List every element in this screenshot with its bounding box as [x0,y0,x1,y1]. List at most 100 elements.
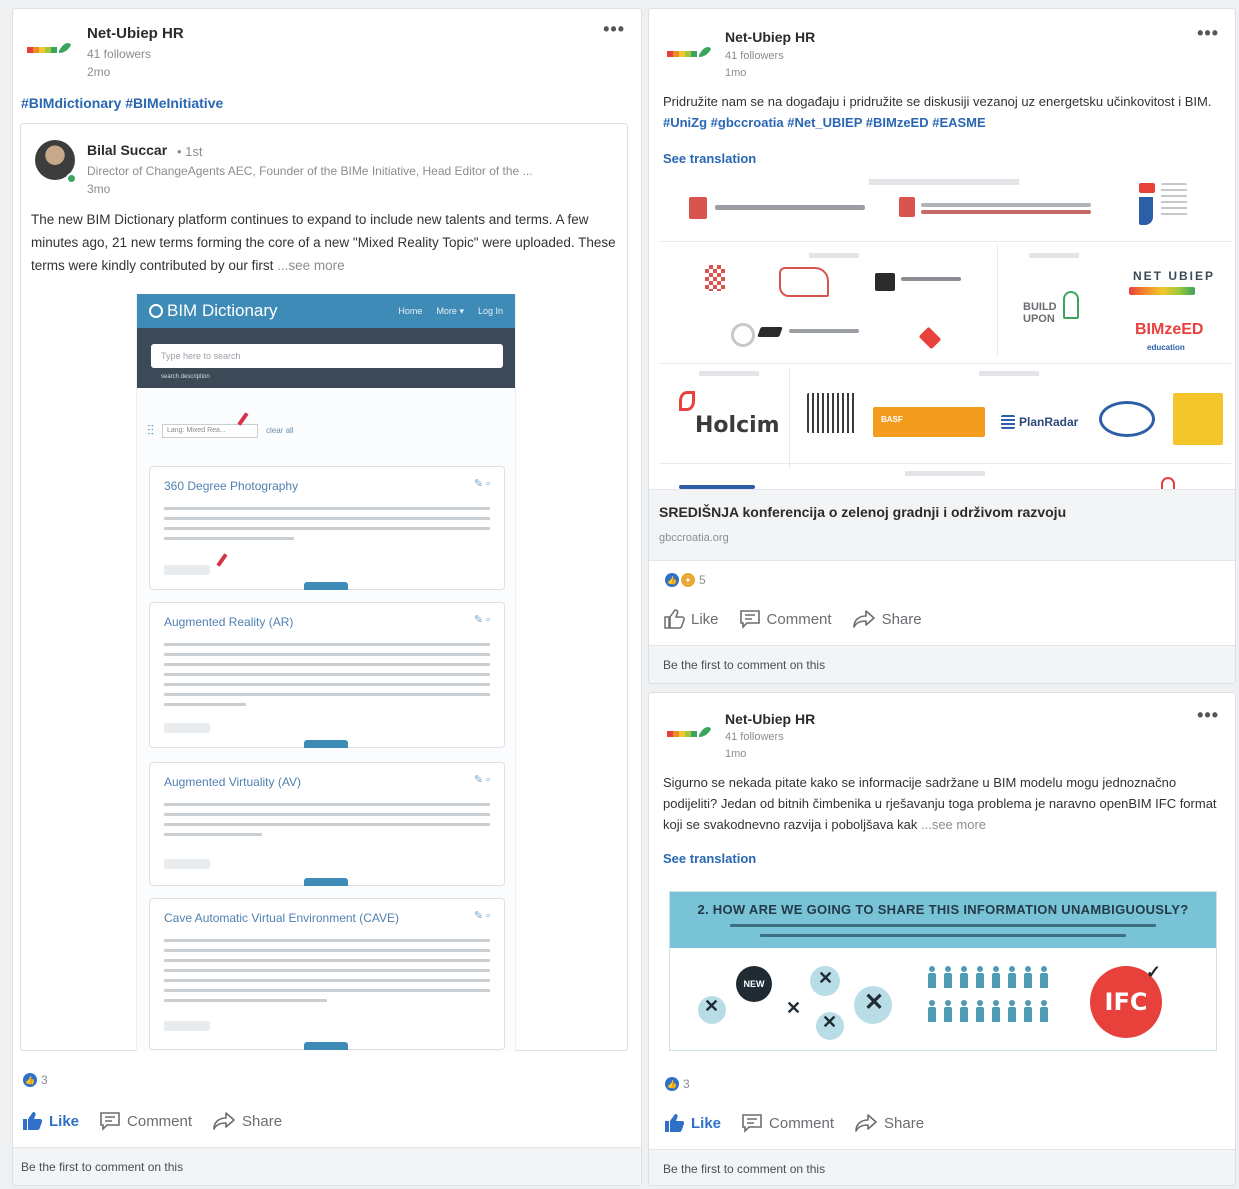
celebrate-reaction-icon: ✦ [681,573,695,587]
divider [789,369,790,469]
edit-icon: ✎ ▫ [473,910,490,922]
term-card: Augmented Reality (AR) ✎ ▫ [149,602,505,748]
red-diamond-logo [918,326,942,350]
planradar-logo: PlanRadar [1019,415,1079,429]
coat-of-arms-icon [899,197,915,217]
see-translation-link[interactable]: See translation [663,151,756,166]
faculty-logo-icon [779,267,829,297]
section-heading-bar [905,471,985,476]
reaction-summary[interactable]: 👍 3 [665,1077,690,1091]
section-heading-bar [869,179,1019,185]
bim-search-input: Type here to search [151,344,503,368]
comment-icon [739,610,760,629]
post-card-left: Net-Ubiep HR 41 followers 2mo ••• #BIMdi… [12,8,642,1186]
more-options-icon[interactable]: ••• [603,19,625,40]
thumbs-up-icon [664,609,685,629]
share-label: Share [242,1112,283,1130]
post-hashtags[interactable]: #UniZg #gbccroatia #Net_UBIEP #BIMzeED #… [663,115,986,130]
share-icon [852,610,875,628]
term-tab [304,582,348,590]
share-button[interactable]: Share [212,1111,282,1131]
infographic-subtitle-line [760,934,1126,937]
comment-icon [742,1114,762,1133]
logo-text-bar [901,277,961,281]
see-translation-link[interactable]: See translation [663,851,756,866]
net-ubiep-partner-logo: NET UBIEP [1133,269,1216,283]
more-options-icon[interactable]: ••• [1197,705,1219,726]
new-badge-icon: NEW [736,966,772,1002]
dark-logo-icon [757,327,783,337]
logo-text-lines [1161,183,1187,219]
author-name[interactable]: Net-Ubiep HR [725,29,815,45]
reaction-count: 3 [683,1077,690,1091]
like-button[interactable]: Like [663,609,719,629]
post-text: Pridružite nam se na događaju i pridruži… [663,91,1227,133]
net-ubiep-logo[interactable] [665,719,713,745]
comment-button[interactable]: Comment [99,1111,192,1131]
post-hashtags[interactable]: #BIMdictionary #BIMeInitiative [21,95,223,111]
checkered-logo-icon [705,265,725,291]
checkmark-icon: ✓ [1146,962,1162,982]
comment-icon [100,1112,120,1131]
share-icon [855,1114,877,1132]
term-tag [164,859,210,869]
shared-author-headline: Director of ChangeAgents AEC, Founder of… [87,164,533,178]
like-label: Like [691,610,719,628]
x-mark-icon: ✕ [864,989,885,1016]
like-label: Like [691,1114,722,1132]
see-more-link[interactable]: ...see more [277,258,345,273]
net-ubiep-logo[interactable] [25,35,73,61]
see-more-link[interactable]: ...see more [921,817,986,832]
shared-author-name[interactable]: Bilal Succar [87,142,167,158]
more-options-icon[interactable]: ••• [1197,23,1219,44]
term-tab [304,1042,348,1050]
share-button[interactable]: Share [854,1113,924,1133]
blue-logo-shape [1139,197,1153,225]
logo-text-bar [789,329,859,333]
building-logo-icon [875,273,895,291]
followers-count: 41 followers [725,50,784,62]
term-tag [164,1021,210,1031]
people-group-icon [928,966,1056,1036]
event-partners-image[interactable]: BUILD UPON NET UBIEP BIMzeED education H… [659,173,1231,489]
term-card: 360 Degree Photography ✎ ▫ [149,466,505,590]
like-button[interactable]: Like [663,1113,721,1133]
post-actions: Like Comment Share [663,1113,924,1133]
reaction-summary[interactable]: 👍 3 [23,1073,48,1087]
x-mark-icon: ✕ [786,998,802,1018]
post-text: Sigurno se nekada pitate kako se informa… [663,772,1229,835]
post-time: 1mo [725,67,747,79]
share-label: Share [881,610,922,628]
author-name[interactable]: Net-Ubiep HR [725,711,815,727]
reaction-count: 3 [41,1073,48,1087]
online-status-icon [66,173,77,184]
bim-dictionary-screenshot[interactable]: BIM Dictionary Home More ▾ Log In Type h… [136,294,516,1052]
term-tab [304,740,348,748]
reaction-summary[interactable]: 👍 ✦ 5 [665,573,706,587]
shared-post-time: 3mo [87,182,111,196]
followers-count: 41 followers [87,47,152,61]
ifc-infographic[interactable]: 2. HOW ARE WE GOING TO SHARE THIS INFORM… [669,891,1217,1051]
author-name[interactable]: Net-Ubiep HR [87,25,184,42]
bim-app-title: BIM Dictionary [149,301,278,321]
comment-prompt: Be the first to comment on this [21,1160,184,1174]
infographic-subtitle-line [730,924,1156,927]
comment-button[interactable]: Comment [741,1113,834,1133]
edit-icon: ✎ ▫ [473,774,490,786]
x-mark-icon: ✕ [704,996,720,1016]
thumbs-up-icon [23,1112,43,1130]
comment-prompt-bar[interactable]: Be the first to comment on this [649,1149,1235,1185]
like-reaction-icon: 👍 [23,1073,37,1087]
comment-label: Comment [766,610,832,628]
link-preview[interactable]: SREDIŠNJA konferencija o zelenoj gradnji… [649,489,1235,561]
comment-prompt-bar[interactable]: Be the first to comment on this [13,1147,641,1185]
net-ubiep-logo[interactable] [665,39,713,65]
bim-filter-clear: clear all [266,426,294,435]
comment-prompt-bar[interactable]: Be the first to comment on this [649,645,1235,683]
comment-button[interactable]: Comment [739,609,832,629]
share-button[interactable]: Share [852,609,922,629]
bim-search-note: search description [161,374,210,380]
basf-logo-text: BASF [881,415,903,424]
like-reaction-icon: 👍 [665,573,679,587]
like-button[interactable]: Like [21,1111,79,1131]
